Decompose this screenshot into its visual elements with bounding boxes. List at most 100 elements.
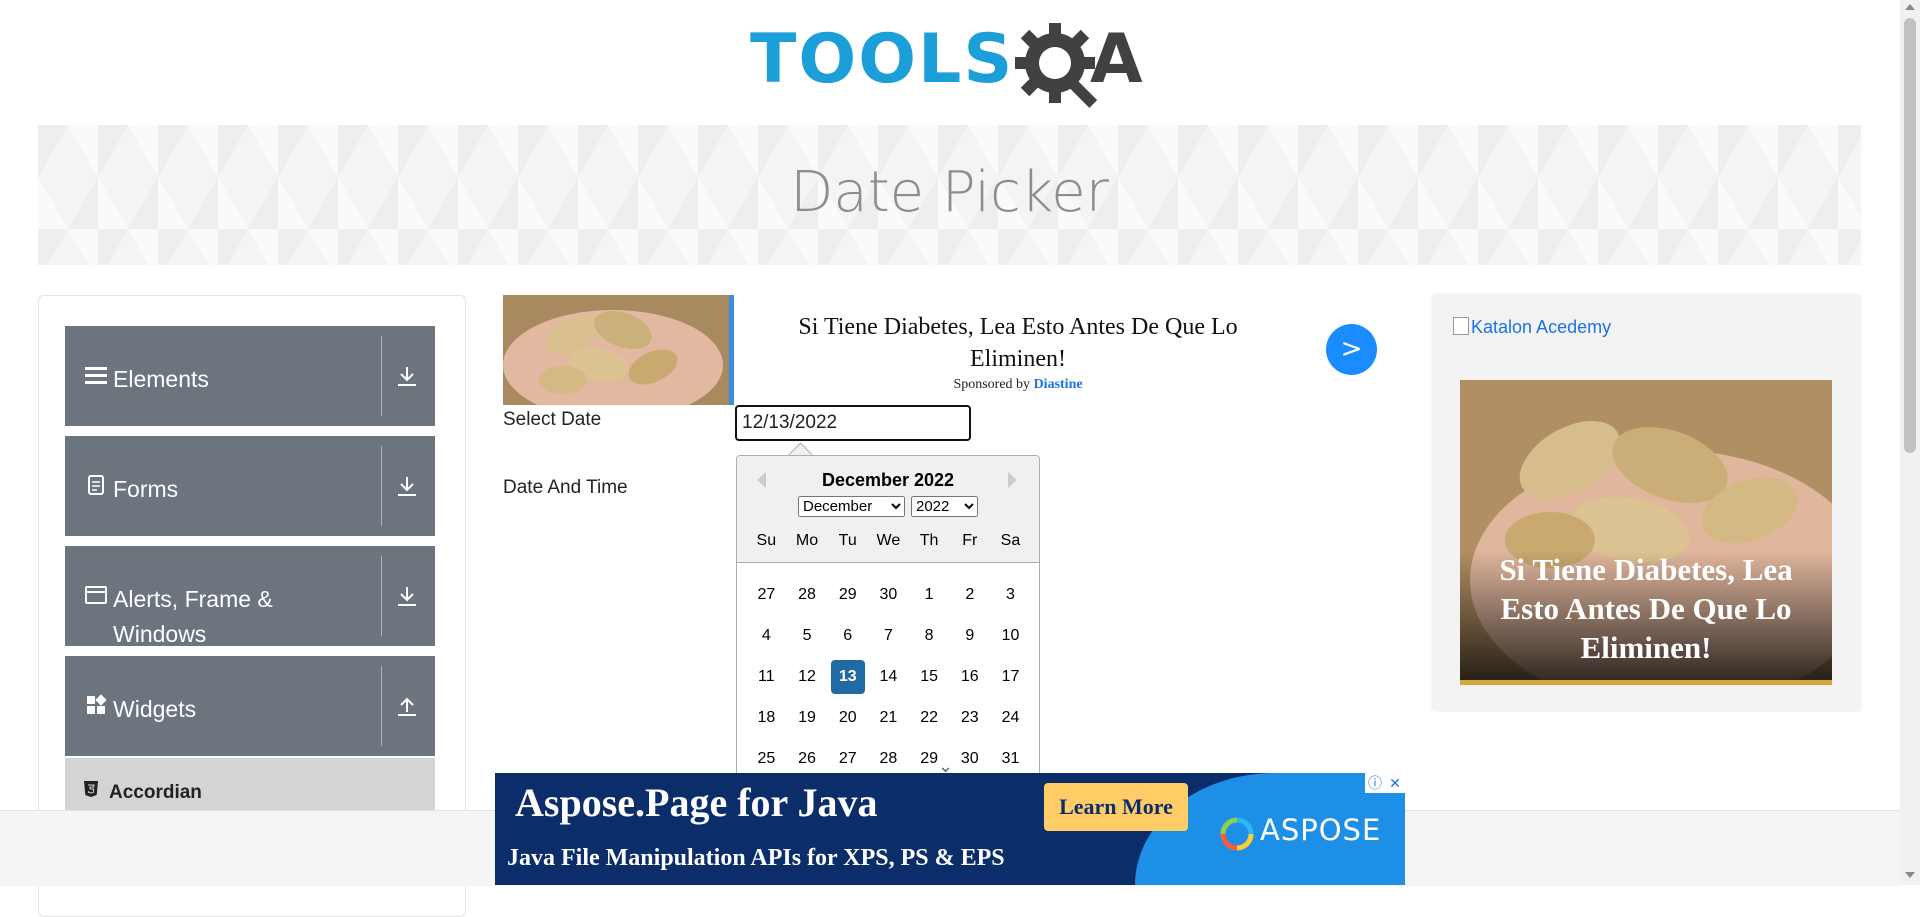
- ad-accent-strip: [1460, 680, 1832, 685]
- ad-accent-bar: [729, 295, 734, 405]
- calendar-day[interactable]: 11: [749, 660, 783, 694]
- ad-image[interactable]: Si Tiene Diabetes, Lea Esto Antes De Que…: [1460, 380, 1832, 685]
- calendar-day[interactable]: 2: [953, 578, 987, 612]
- scrollbar-thumb[interactable]: [1904, 18, 1916, 453]
- ad-sponsor-name[interactable]: Diastine: [1034, 377, 1083, 392]
- weekday-label: Tu: [838, 532, 857, 549]
- calendar-day[interactable]: 22: [912, 701, 946, 735]
- calendar-day[interactable]: 8: [912, 619, 946, 653]
- calendar-month-title: December 2022: [821, 470, 955, 490]
- weekday-header: Su Mo Tu We Th Fr Sa: [746, 532, 1031, 550]
- logo-text-a: A: [1090, 20, 1143, 99]
- calendar-day[interactable]: 26: [790, 742, 824, 776]
- sidebar-item-label: Accordian: [109, 782, 202, 803]
- calendar-day[interactable]: 31: [993, 742, 1027, 776]
- calendar-day[interactable]: 27: [831, 742, 865, 776]
- broken-image-icon: [1453, 317, 1469, 335]
- page-banner: Date Picker: [38, 125, 1861, 265]
- sidebar-group-widgets[interactable]: Widgets: [65, 656, 435, 756]
- calendar-day[interactable]: 3: [993, 578, 1027, 612]
- page-title: Date Picker: [790, 160, 1109, 225]
- upload-arrow-icon[interactable]: [395, 694, 419, 718]
- calendar-week-row: 18 19 20 21 22 23 24: [746, 701, 1031, 742]
- calendar-day[interactable]: 5: [790, 619, 824, 653]
- scroll-down-arrow-icon[interactable]: [1905, 872, 1915, 878]
- document-icon: [88, 475, 104, 495]
- download-arrow-icon[interactable]: [395, 474, 419, 498]
- sidebar-group-alerts-frame-windows[interactable]: Alerts, Frame & Windows: [65, 546, 435, 647]
- calendar-day[interactable]: 25: [749, 742, 783, 776]
- download-arrow-icon[interactable]: [395, 364, 419, 388]
- window-icon: [85, 586, 107, 604]
- calendar-day[interactable]: 16: [953, 660, 987, 694]
- sidebar-group-elements[interactable]: Elements: [65, 326, 435, 426]
- logo-text-tools: TOOLS: [750, 20, 1015, 99]
- date-input[interactable]: [735, 405, 971, 441]
- ad-headline[interactable]: Si Tiene Diabetes, Lea Esto Antes De Que…: [1460, 550, 1832, 667]
- sidebar-group-label: Alerts, Frame & Windows: [113, 586, 273, 647]
- calendar-day[interactable]: 28: [790, 578, 824, 612]
- calendar-day[interactable]: 12: [790, 660, 824, 694]
- html5-icon: [84, 781, 98, 797]
- calendar-day[interactable]: 9: [953, 619, 987, 653]
- calendar-day[interactable]: 30: [953, 742, 987, 776]
- info-icon[interactable]: ⓘ: [1365, 773, 1385, 793]
- divider: [381, 446, 382, 526]
- katalon-academy-link[interactable]: Katalon Acedemy: [1453, 317, 1611, 338]
- calendar-day[interactable]: 15: [912, 660, 946, 694]
- calendar-day[interactable]: 13: [830, 660, 865, 694]
- calendar-day[interactable]: 23: [953, 701, 987, 735]
- calendar-day[interactable]: 7: [871, 619, 905, 653]
- calendar-day[interactable]: 20: [831, 701, 865, 735]
- calendar-week-row: 11 12 13 14 15 16 17: [746, 660, 1031, 701]
- year-select[interactable]: 2022: [911, 496, 978, 517]
- select-date-label: Select Date: [503, 409, 602, 430]
- scroll-up-arrow-icon[interactable]: [1905, 4, 1915, 10]
- ad-title[interactable]: Aspose.Page for Java: [515, 779, 878, 826]
- calendar-day[interactable]: 21: [871, 701, 905, 735]
- toolsqa-logo[interactable]: TOOLS A: [750, 18, 1155, 113]
- sidebar-group-forms[interactable]: Forms: [65, 436, 435, 536]
- calendar-week-row: 25 26 27 28 29 30 31: [746, 742, 1031, 776]
- divider: [381, 666, 382, 746]
- month-select[interactable]: December: [798, 496, 905, 517]
- ad-subtitle[interactable]: Java File Manipulation APIs for XPS, PS …: [507, 845, 1005, 872]
- datepicker-calendar: December 2022 December 2022 Su Mo Tu We …: [736, 455, 1040, 777]
- calendar-week-row: 4 5 6 7 8 9 10: [746, 619, 1031, 660]
- divider: [381, 556, 382, 636]
- vertical-scrollbar[interactable]: [1900, 0, 1920, 885]
- ad-arrow-button[interactable]: >: [1326, 324, 1377, 375]
- calendar-week-row: 27 28 29 30 1 2 3: [746, 578, 1031, 619]
- aspose-brand-text: ASPOSE: [1260, 813, 1382, 847]
- sidebar-item-accordian[interactable]: Accordian: [65, 758, 435, 818]
- calendar-day[interactable]: 29: [831, 578, 865, 612]
- bottom-ad[interactable]: Aspose.Page for Java Java File Manipulat…: [495, 773, 1405, 885]
- calendar-day[interactable]: 27: [749, 578, 783, 612]
- top-ad[interactable]: Si Tiene Diabetes, Lea Esto Antes De Que…: [503, 295, 1381, 405]
- calendar-day[interactable]: 28: [871, 742, 905, 776]
- right-ad[interactable]: Katalon Acedemy Si Tiene Diabetes, Lea E…: [1433, 295, 1860, 710]
- calendar-day[interactable]: 10: [993, 619, 1027, 653]
- calendar-header: December 2022 December 2022 Su Mo Tu We …: [737, 456, 1039, 563]
- calendar-day[interactable]: 18: [749, 701, 783, 735]
- ad-sponsor-prefix: Sponsored by: [953, 377, 1031, 392]
- sidebar-group-label: Elements: [113, 366, 209, 392]
- ad-headline[interactable]: Si Tiene Diabetes, Lea Esto Antes De Que…: [758, 311, 1278, 375]
- calendar-day[interactable]: 17: [993, 660, 1027, 694]
- calendar-day[interactable]: 24: [993, 701, 1027, 735]
- download-arrow-icon[interactable]: [395, 584, 419, 608]
- sidebar-group-label: Forms: [113, 476, 179, 502]
- ad-image[interactable]: [503, 295, 729, 405]
- calendar-day[interactable]: 6: [831, 619, 865, 653]
- close-icon[interactable]: ✕: [1385, 773, 1405, 793]
- calendar-day[interactable]: 14: [871, 660, 905, 694]
- learn-more-button[interactable]: Learn More: [1044, 783, 1188, 831]
- date-and-time-label: Date And Time: [503, 477, 628, 498]
- calendar-day[interactable]: 30: [871, 578, 905, 612]
- calendar-day[interactable]: 19: [790, 701, 824, 735]
- katalon-link-text[interactable]: Katalon Acedemy: [1471, 317, 1611, 337]
- calendar-day[interactable]: 1: [912, 578, 946, 612]
- calendar-day[interactable]: 4: [749, 619, 783, 653]
- ad-choices[interactable]: ⓘ ✕: [1365, 773, 1405, 793]
- aspose-logo-icon: [1220, 817, 1254, 851]
